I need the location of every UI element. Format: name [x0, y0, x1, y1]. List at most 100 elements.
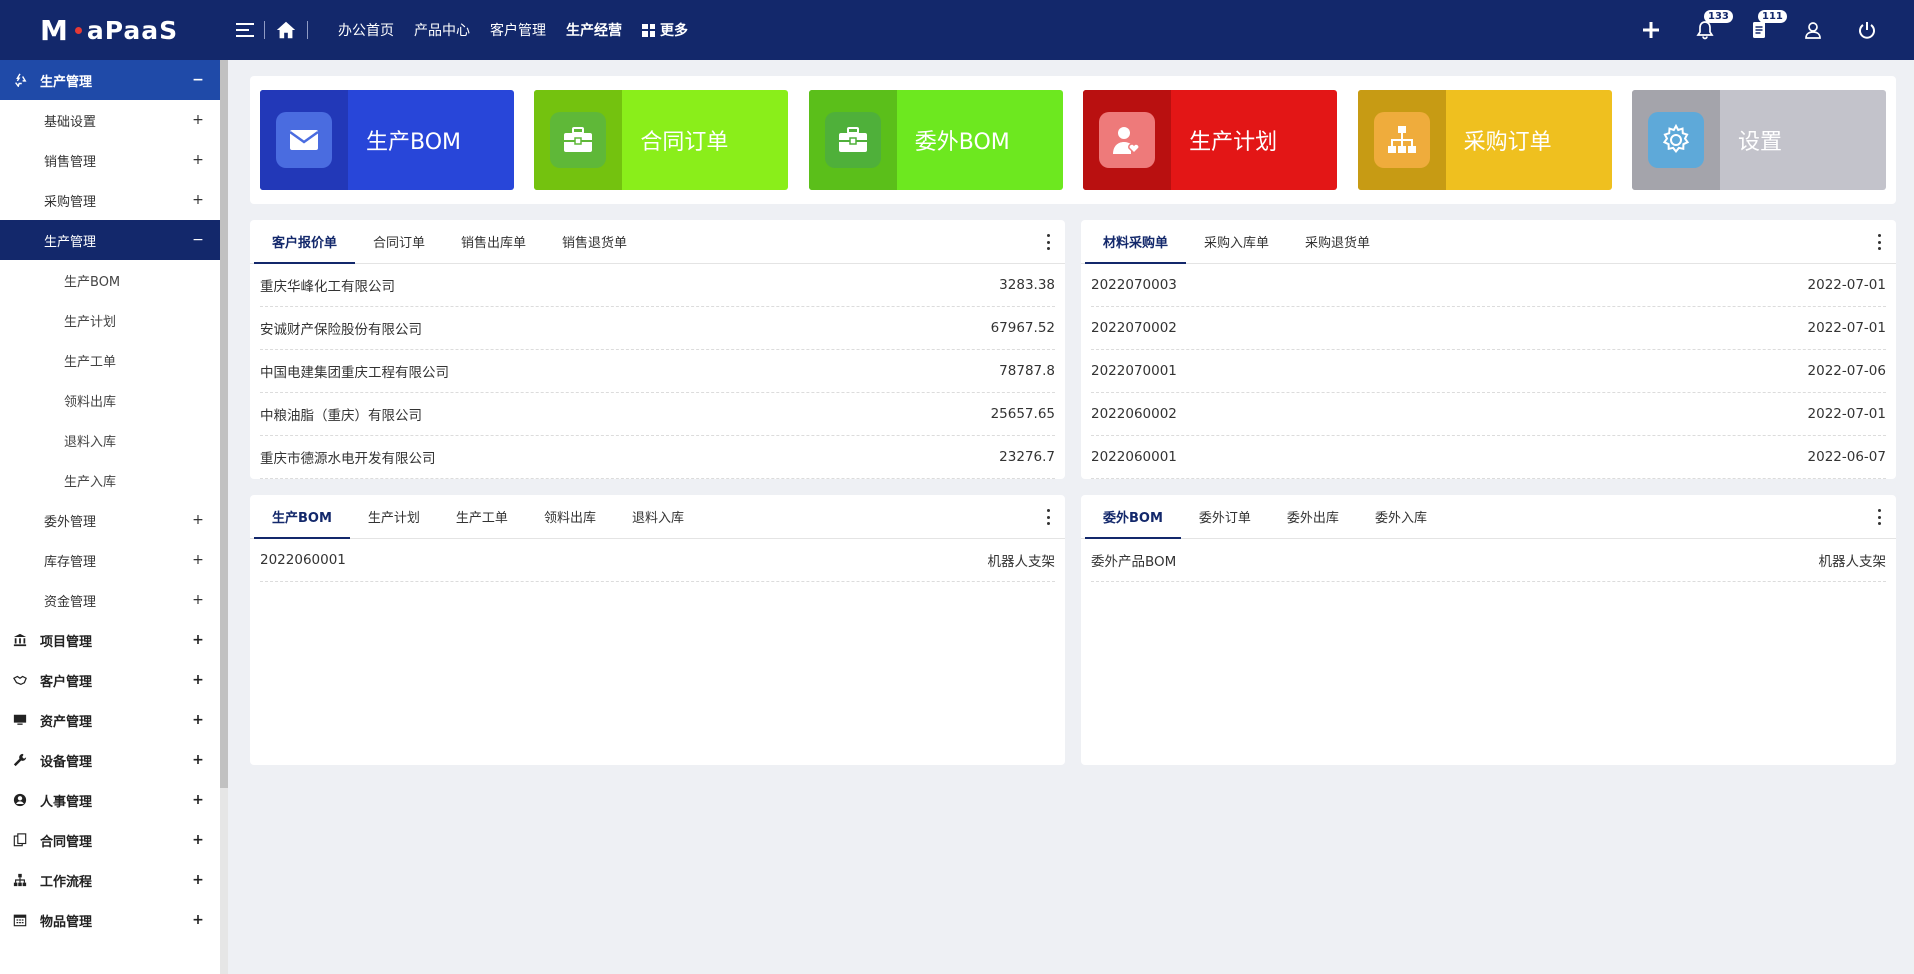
copy-icon	[13, 833, 27, 847]
more-options-icon[interactable]	[1047, 234, 1051, 250]
tab-sales-return[interactable]: 销售退货单	[544, 220, 645, 263]
sidebar-item-work-order[interactable]: 生产工单	[0, 340, 220, 380]
tab-material-issue[interactable]: 领料出库	[526, 495, 614, 538]
quick-card-label: 委外BOM	[914, 130, 1010, 155]
main-content: 生产BOM 合同订单 委外BOM 生产计划 采购订单 设置 客户报价单 合同订单…	[250, 76, 1896, 765]
sidebar-item-fund-management[interactable]: 资金管理 +	[0, 580, 220, 620]
messages-button[interactable]: 111	[1732, 0, 1787, 60]
sidebar-item-production-submenu[interactable]: 生产管理 −	[0, 220, 220, 260]
top-right-tools: 133 111	[1624, 0, 1894, 60]
sales-tabs: 客户报价单 合同订单 销售出库单 销售退货单	[250, 220, 1065, 264]
nav-production-operation[interactable]: 生产经营	[566, 20, 622, 40]
quick-card-settings[interactable]: 设置	[1631, 90, 1886, 190]
logout-button[interactable]	[1840, 0, 1894, 60]
list-item[interactable]: 重庆华峰化工有限公司 3283.38	[260, 264, 1055, 307]
tab-work-order[interactable]: 生产工单	[438, 495, 526, 538]
sidebar-item-hr-management[interactable]: 人事管理 +	[0, 780, 220, 820]
more-options-icon[interactable]	[1047, 509, 1051, 525]
nav-more[interactable]: 更多	[642, 20, 688, 40]
list-item[interactable]: 2022070002 2022-07-01	[1091, 307, 1886, 350]
sidebar-item-project-management[interactable]: 项目管理 +	[0, 620, 220, 660]
sidebar-scrollbar[interactable]	[220, 60, 228, 974]
production-panel: 生产BOM 生产计划 生产工单 领料出库 退料入库 2022060001 机器人支…	[250, 495, 1065, 765]
more-options-icon[interactable]	[1878, 509, 1882, 525]
purchase-panel: 材料采购单 采购入库单 采购退货单 2022070003 2022-07-01 2…	[1081, 220, 1896, 479]
add-button[interactable]	[1624, 0, 1678, 60]
sidebar-item-material-return[interactable]: 退料入库	[0, 420, 220, 460]
nav-office-home[interactable]: 办公首页	[338, 20, 394, 40]
user-button[interactable]	[1786, 0, 1840, 60]
tab-outsource-outbound[interactable]: 委外出库	[1269, 495, 1357, 538]
list-item[interactable]: 中粮油脂（重庆）有限公司 25657.65	[260, 393, 1055, 436]
sidebar-item-material-issue[interactable]: 领料出库	[0, 380, 220, 420]
sidebar-item-basic-settings[interactable]: 基础设置 +	[0, 100, 220, 140]
sidebar-item-sales-management[interactable]: 销售管理 +	[0, 140, 220, 180]
list-item[interactable]: 中国电建集团重庆工程有限公司 78787.8	[260, 350, 1055, 393]
sidebar: 生产管理 − 基础设置 + 销售管理 + 采购管理 + 生产管理 − 生产BOM 生产计划…	[0, 60, 220, 974]
sidebar-scrollbar-thumb[interactable]	[220, 60, 228, 788]
list-item[interactable]: 重庆市德源水电开发有限公司 23276.7	[260, 436, 1055, 479]
sidebar-item-outsource-management[interactable]: 委外管理 +	[0, 500, 220, 540]
sidebar-item-workflow[interactable]: 工作流程 +	[0, 860, 220, 900]
top-nav: 办公首页 产品中心 客户管理 生产经营 更多	[338, 20, 708, 40]
calendar-icon	[13, 914, 27, 927]
tab-customer-quotation[interactable]: 客户报价单	[254, 220, 356, 264]
home-icon[interactable]	[275, 19, 297, 41]
envelope-icon	[289, 130, 319, 150]
list-item[interactable]: 委外产品BOM 机器人支架	[1091, 539, 1886, 582]
sitemap-icon	[1387, 126, 1416, 153]
list-item[interactable]: 2022060002 2022-07-01	[1091, 393, 1886, 436]
quick-card-contract-order[interactable]: 合同订单	[534, 90, 789, 190]
briefcase-icon	[838, 127, 867, 152]
tab-production-bom[interactable]: 生产BOM	[254, 495, 350, 539]
top-tools	[236, 19, 318, 41]
quick-card-purchase-order[interactable]: 采购订单	[1357, 90, 1612, 190]
list-item[interactable]: 2022070001 2022-07-06	[1091, 350, 1886, 393]
plus-icon	[1643, 22, 1659, 38]
list-item[interactable]: 安诚财产保险股份有限公司 67967.52	[260, 307, 1055, 350]
quick-card-production-bom[interactable]: 生产BOM	[260, 90, 514, 190]
sidebar-item-goods-management[interactable]: 物品管理 +	[0, 900, 220, 940]
sidebar-item-production-plan[interactable]: 生产计划	[0, 300, 220, 340]
tab-outsource-order[interactable]: 委外订单	[1181, 495, 1269, 538]
divider	[307, 21, 308, 39]
sidebar-item-contract-management[interactable]: 合同管理 +	[0, 820, 220, 860]
user-circle-icon	[13, 793, 27, 807]
wrench-icon	[13, 753, 27, 767]
menu-toggle-icon[interactable]	[236, 23, 254, 37]
sidebar-item-asset-management[interactable]: 资产管理 +	[0, 700, 220, 740]
tab-outsource-inbound[interactable]: 委外入库	[1357, 495, 1445, 538]
quick-card-production-plan[interactable]: 生产计划	[1083, 90, 1338, 190]
outsource-tabs: 委外BOM 委外订单 委外出库 委外入库	[1081, 495, 1896, 539]
sidebar-item-inventory-management[interactable]: 库存管理 +	[0, 540, 220, 580]
sitemap-icon	[13, 873, 27, 887]
quick-card-outsource-bom[interactable]: 委外BOM	[808, 90, 1063, 190]
quick-card-label: 设置	[1737, 130, 1782, 155]
tab-contract-order[interactable]: 合同订单	[355, 220, 443, 263]
list-item[interactable]: 2022060001 2022-06-07	[1091, 436, 1886, 479]
sidebar-item-production-warehousing[interactable]: 生产入库	[0, 460, 220, 500]
sidebar-item-purchase-management[interactable]: 采购管理 +	[0, 180, 220, 220]
nav-product-center[interactable]: 产品中心	[414, 20, 470, 40]
recycle-icon	[15, 73, 27, 87]
tab-purchase-return[interactable]: 采购退货单	[1287, 220, 1388, 263]
sidebar-item-customer-management[interactable]: 客户管理 +	[0, 660, 220, 700]
tab-purchase-inbound[interactable]: 采购入库单	[1186, 220, 1287, 263]
notifications-badge: 133	[1704, 10, 1733, 23]
user-icon	[1805, 22, 1821, 39]
more-options-icon[interactable]	[1878, 234, 1882, 250]
sidebar-item-device-management[interactable]: 设备管理 +	[0, 740, 220, 780]
sidebar-item-production-management[interactable]: 生产管理 −	[0, 60, 220, 100]
tab-material-return[interactable]: 退料入库	[614, 495, 702, 538]
divider	[264, 21, 265, 39]
tab-outsource-bom[interactable]: 委外BOM	[1085, 495, 1181, 539]
sidebar-item-production-bom[interactable]: 生产BOM	[0, 260, 220, 300]
list-item[interactable]: 2022070003 2022-07-01	[1091, 264, 1886, 307]
tab-material-purchase[interactable]: 材料采购单	[1085, 220, 1187, 264]
notifications-button[interactable]: 133	[1678, 0, 1733, 60]
app-logo[interactable]: M aPaaS	[0, 14, 220, 47]
tab-sales-outbound[interactable]: 销售出库单	[443, 220, 544, 263]
list-item[interactable]: 2022060001 机器人支架	[260, 539, 1055, 582]
nav-customer-management[interactable]: 客户管理	[490, 20, 546, 40]
tab-production-plan[interactable]: 生产计划	[350, 495, 438, 538]
